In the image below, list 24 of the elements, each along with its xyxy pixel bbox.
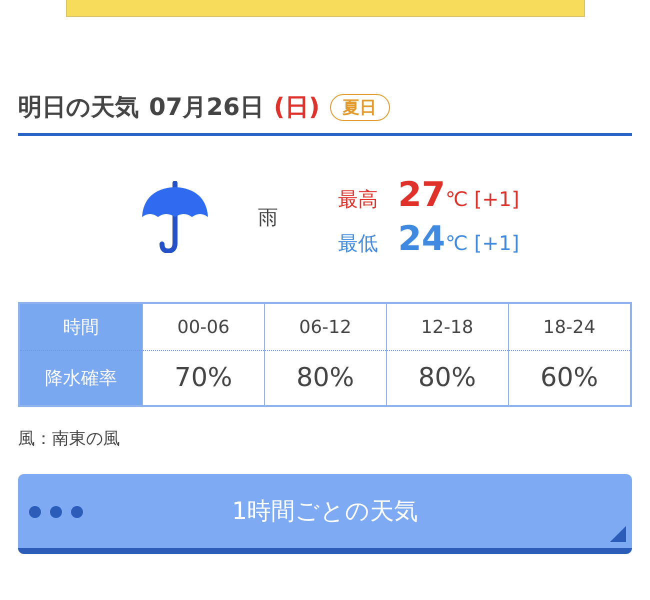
weather-label: 雨 [258,204,278,230]
ad-banner[interactable] [66,0,584,17]
header-weekday: (日) [274,92,320,123]
table-cell: 18-24 [508,303,631,350]
hourly-weather-button[interactable]: 1時間ごとの天気 [18,474,632,554]
row-header: 降水確率 [19,350,142,406]
temp-label: 最高 [338,186,378,213]
corner-triangle-icon [610,526,626,542]
table-cell: 80% [386,350,508,406]
table-cell: 80% [264,350,386,406]
table-cell: 00-06 [142,303,264,350]
table-cell: 60% [508,350,631,406]
wind-text: 風：南東の風 [18,428,121,450]
table-cell: 70% [142,350,264,406]
temp-label: 最低 [338,230,378,257]
umbrella-icon [140,181,210,253]
summer-day-badge: 夏日 [330,94,390,120]
temp-reading: 27℃ [+1] [398,176,520,214]
temp-reading: 24℃ [+1] [398,220,520,258]
header-date: 07月26日 [149,92,264,123]
table-cell: 12-18 [386,303,508,350]
table-cell: 06-12 [264,303,386,350]
header-title: 明日の天気 [18,92,139,123]
row-header: 時間 [19,303,142,350]
